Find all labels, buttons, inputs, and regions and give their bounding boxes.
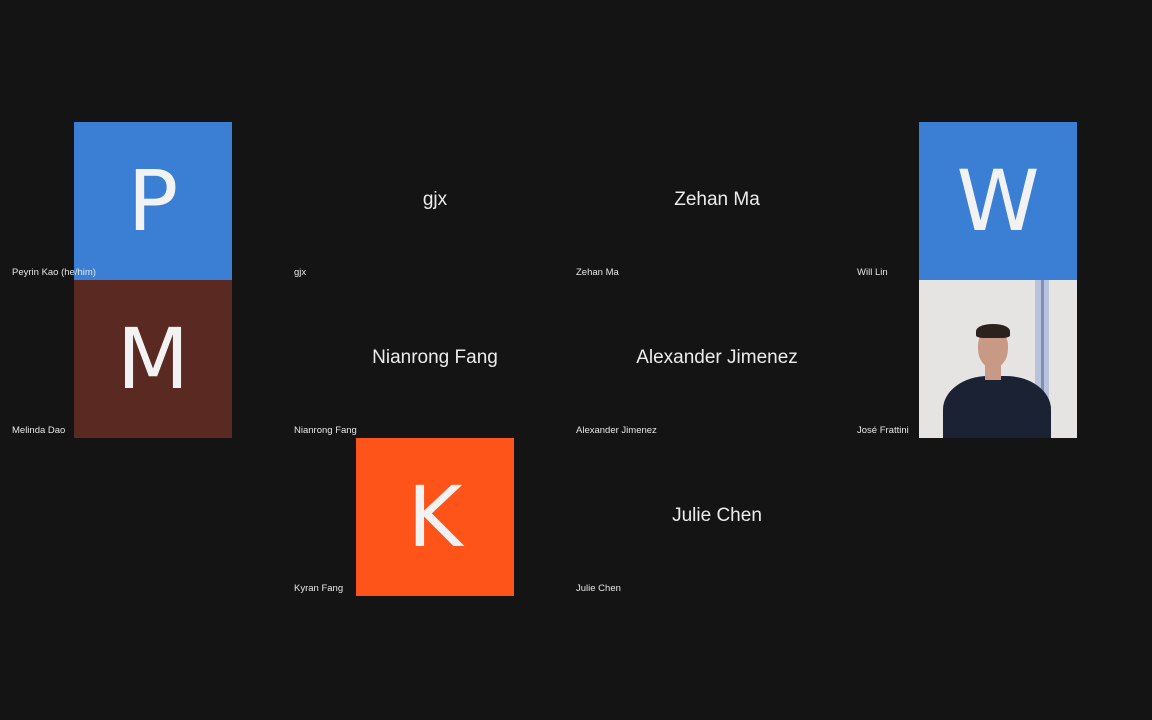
participant-name-label: Will Lin <box>857 267 888 278</box>
person-torso <box>943 376 1051 438</box>
participant-name-label: Alexander Jimenez <box>576 425 657 436</box>
participant-tile-alexander[interactable]: Alexander Jimenez Alexander Jimenez <box>576 280 858 438</box>
participant-tile-melinda[interactable]: M Melinda Dao <box>12 280 294 438</box>
participant-tile-nianrong[interactable]: Nianrong Fang Nianrong Fang <box>294 280 576 438</box>
participant-display-name: Nianrong Fang <box>372 347 498 368</box>
participant-name-label: José Frattini <box>857 425 909 436</box>
participant-tile-jose[interactable]: José Frattini <box>857 280 1139 438</box>
avatar: W <box>919 122 1077 280</box>
person-hair <box>976 324 1010 338</box>
participant-tile-julie[interactable]: Julie Chen Julie Chen <box>576 438 858 596</box>
video-feed <box>919 280 1077 438</box>
participant-name-label: Nianrong Fang <box>294 425 357 436</box>
participant-tile-zehan[interactable]: Zehan Ma Zehan Ma <box>576 122 858 280</box>
participant-tile-gjx[interactable]: gjx gjx <box>294 122 576 280</box>
avatar-initial: M <box>116 310 190 408</box>
participant-name-label: Melinda Dao <box>12 425 66 436</box>
avatar: K <box>356 438 514 596</box>
participant-name-label: Julie Chen <box>576 583 621 594</box>
avatar-initial: P <box>127 152 179 250</box>
participant-tile-will[interactable]: W Will Lin <box>857 122 1139 280</box>
participant-tile-kyran[interactable]: K Kyran Fang <box>294 438 576 596</box>
participant-name-label: gjx <box>294 267 307 278</box>
participant-display-name: Alexander Jimenez <box>636 347 798 368</box>
participant-display-name: Zehan Ma <box>674 189 760 210</box>
participant-name-label: Zehan Ma <box>576 267 619 278</box>
participant-display-name: gjx <box>422 189 448 210</box>
participant-display-name: Julie Chen <box>672 505 762 526</box>
avatar-initial: K <box>407 468 463 566</box>
avatar: P <box>74 122 232 280</box>
participant-tile-peyrin[interactable]: P Peyrin Kao (he/him) <box>12 122 294 280</box>
participant-name-label: Peyrin Kao (he/him) <box>12 267 96 278</box>
avatar: M <box>74 280 232 438</box>
avatar-initial: W <box>956 152 1040 250</box>
participant-name-label: Kyran Fang <box>294 583 344 594</box>
